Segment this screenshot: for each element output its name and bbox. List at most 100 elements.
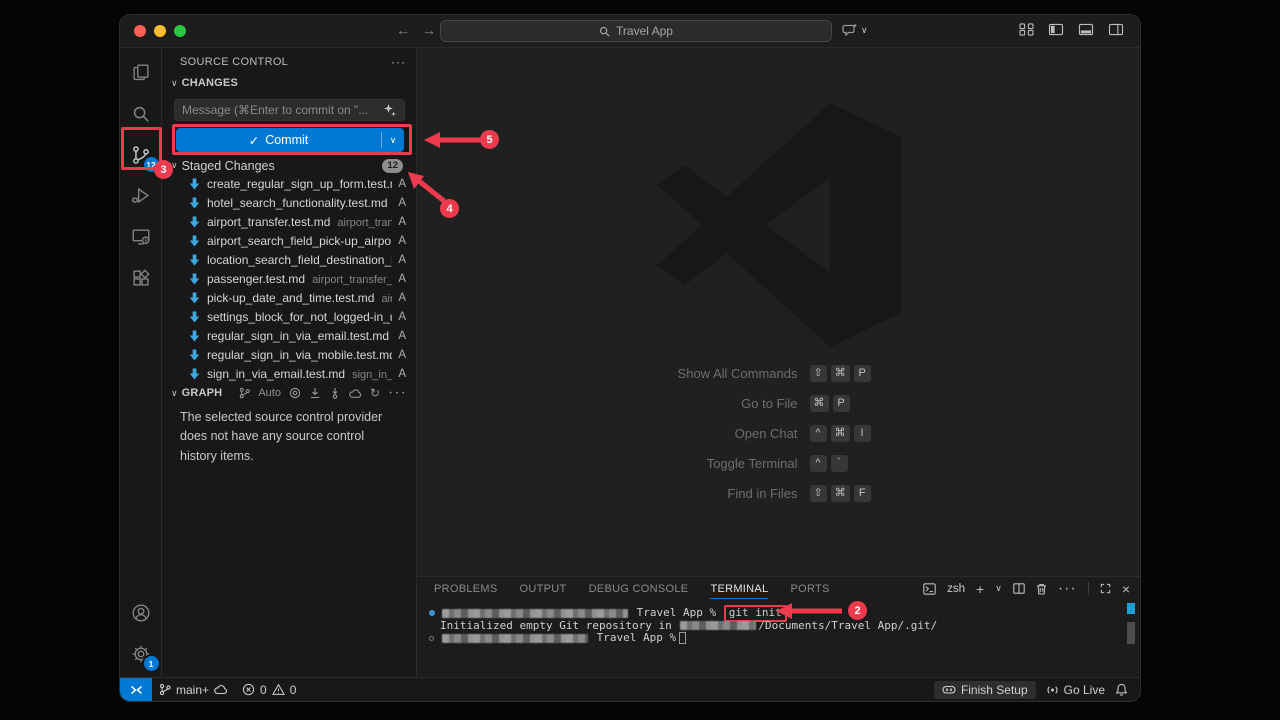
command-center-search[interactable]: Travel App: [440, 20, 832, 42]
extensions-icon[interactable]: [126, 263, 156, 293]
tab-debug-console[interactable]: DEBUG CONSOLE: [589, 577, 689, 600]
file-row[interactable]: settings_block_for_not_logged-in_u...A: [162, 307, 416, 326]
scrollbar-annotation-marker: [1127, 603, 1135, 614]
file-row[interactable]: sign_in_via_email.test.mdsign_in_fo...A: [162, 364, 416, 383]
file-name: passenger.test.md: [207, 272, 305, 286]
file-path: airport_transfer_s...: [312, 274, 392, 286]
tab-terminal[interactable]: TERMINAL: [710, 577, 768, 600]
explorer-icon[interactable]: [126, 58, 156, 88]
more-actions-icon[interactable]: ···: [388, 384, 407, 402]
scm-count-badge: 12: [144, 157, 159, 172]
file-row[interactable]: regular_sign_in_via_mobile.test.md...A: [162, 345, 416, 364]
finish-setup-button[interactable]: Finish Setup: [934, 681, 1036, 699]
history-back-icon[interactable]: ←: [396, 22, 410, 38]
fetch-icon[interactable]: [329, 387, 341, 399]
close-window-button[interactable]: [134, 25, 146, 37]
prompt-host: Travel App %: [597, 632, 676, 645]
file-name: regular_sign_in_via_mobile.test.md...: [207, 348, 392, 362]
git-status-added: A: [398, 368, 406, 380]
account-icon[interactable]: [126, 598, 156, 628]
copilot-icon: [942, 684, 956, 695]
toggle-sidebar-icon[interactable]: [1048, 23, 1064, 36]
notifications-bell-icon[interactable]: [1115, 683, 1128, 697]
file-row[interactable]: airport_search_field_pick-up_airpor...A: [162, 231, 416, 250]
chevron-down-icon: ∨: [390, 135, 397, 146]
refresh-icon[interactable]: ↻: [370, 386, 380, 400]
file-row[interactable]: hotel_search_functionality.test.mdA: [162, 193, 416, 212]
graph-section-header[interactable]: ∨ GRAPH Auto ↻ ···: [171, 384, 407, 402]
staged-changes-header[interactable]: ∨ Staged Changes 12: [171, 156, 407, 175]
git-status-added: A: [398, 178, 406, 190]
markdown-test-file-icon: [189, 330, 200, 342]
source-control-sidebar: SOURCE CONTROL ··· ∨ CHANGES Message (⌘E…: [162, 48, 417, 677]
close-panel-icon[interactable]: ×: [1122, 581, 1130, 597]
go-live-button[interactable]: Go Live: [1042, 683, 1109, 697]
tab-problems[interactable]: PROBLEMS: [434, 577, 498, 600]
more-actions-icon[interactable]: ···: [1058, 580, 1077, 598]
file-row[interactable]: create_regular_sign_up_form.test.md A: [162, 174, 416, 193]
target-icon[interactable]: [289, 387, 301, 399]
toggle-secondary-sidebar-icon[interactable]: [1108, 23, 1124, 36]
file-row[interactable]: pick-up_date_and_time.test.mdairp...A: [162, 288, 416, 307]
history-forward-icon[interactable]: →: [422, 22, 436, 38]
desktop: ← → Travel App ∨: [0, 0, 1280, 720]
markdown-test-file-icon: [189, 349, 200, 361]
title-bar: ← → Travel App ∨: [120, 15, 1140, 48]
tab-ports[interactable]: PORTS: [790, 577, 829, 600]
split-terminal-icon[interactable]: [1013, 583, 1025, 594]
file-path: airport_trans...: [337, 217, 392, 229]
commit-message-input[interactable]: Message (⌘Enter to commit on "...: [174, 99, 405, 121]
new-terminal-icon[interactable]: +: [976, 581, 984, 597]
key-shift: ⇧: [810, 365, 827, 382]
shell-label[interactable]: zsh: [947, 583, 965, 595]
chevron-down-icon[interactable]: ∨: [995, 583, 1002, 594]
commit-dropdown-button[interactable]: ∨: [382, 128, 404, 152]
changes-section-header[interactable]: ∨ CHANGES: [171, 77, 238, 89]
remote-icon: [130, 684, 143, 696]
minimize-window-button[interactable]: [154, 25, 166, 37]
changes-label: CHANGES: [182, 77, 238, 89]
file-row[interactable]: airport_transfer.test.mdairport_trans...…: [162, 212, 416, 231]
terminal-scrollbar[interactable]: [1127, 622, 1135, 644]
remote-explorer-icon[interactable]: [126, 222, 156, 252]
customize-layout-icon[interactable]: [1019, 23, 1034, 36]
commit-button-label: Commit: [265, 133, 308, 147]
shortcut-label: Find in Files: [578, 486, 798, 501]
toggle-panel-icon[interactable]: [1078, 23, 1094, 36]
file-row[interactable]: regular_sign_in_via_email.test.mdsi...A: [162, 326, 416, 345]
branch-name: main+: [176, 683, 209, 697]
run-debug-icon[interactable]: [126, 181, 156, 211]
vscode-logo-watermark: [653, 103, 905, 347]
branch-status[interactable]: main+: [152, 678, 235, 701]
file-row[interactable]: location_search_field_destination_l...A: [162, 250, 416, 269]
maximize-panel-icon[interactable]: [1100, 583, 1111, 594]
settings-gear-icon[interactable]: 1: [126, 639, 156, 669]
cloud-icon[interactable]: [349, 388, 362, 399]
tab-output[interactable]: OUTPUT: [520, 577, 567, 600]
activity-bar: 12 1: [120, 48, 162, 677]
settings-badge: 1: [144, 656, 159, 671]
copilot-menu[interactable]: ∨: [842, 22, 868, 38]
sparkle-icon[interactable]: [383, 103, 397, 117]
graph-auto-label[interactable]: Auto: [258, 387, 281, 399]
file-row[interactable]: passenger.test.mdairport_transfer_s...A: [162, 269, 416, 288]
chevron-down-icon: ∨: [171, 388, 178, 399]
maximize-window-button[interactable]: [174, 25, 186, 37]
status-bar: main+ 0 0 Finish Setup Go Live: [120, 677, 1140, 701]
file-name: create_regular_sign_up_form.test.md: [207, 177, 392, 191]
key-shift: ⇧: [810, 485, 827, 502]
redacted-text: [442, 609, 628, 618]
search-view-icon[interactable]: [126, 99, 156, 129]
copilot-chat-icon: [842, 22, 858, 38]
git-status-added: A: [398, 330, 406, 342]
source-control-icon[interactable]: 12: [126, 140, 156, 170]
kill-terminal-trash-icon[interactable]: [1036, 583, 1047, 595]
terminal-output[interactable]: Travel App % git init Initialized empty …: [417, 600, 1140, 645]
more-actions-icon[interactable]: ···: [391, 55, 406, 69]
remote-indicator[interactable]: [120, 678, 152, 701]
problems-status[interactable]: 0 0: [235, 678, 303, 701]
git-status-added: A: [398, 197, 406, 209]
pull-icon[interactable]: [309, 387, 321, 399]
key-letter: I: [854, 425, 871, 442]
commit-button[interactable]: ✓ Commit ∨: [176, 128, 404, 152]
